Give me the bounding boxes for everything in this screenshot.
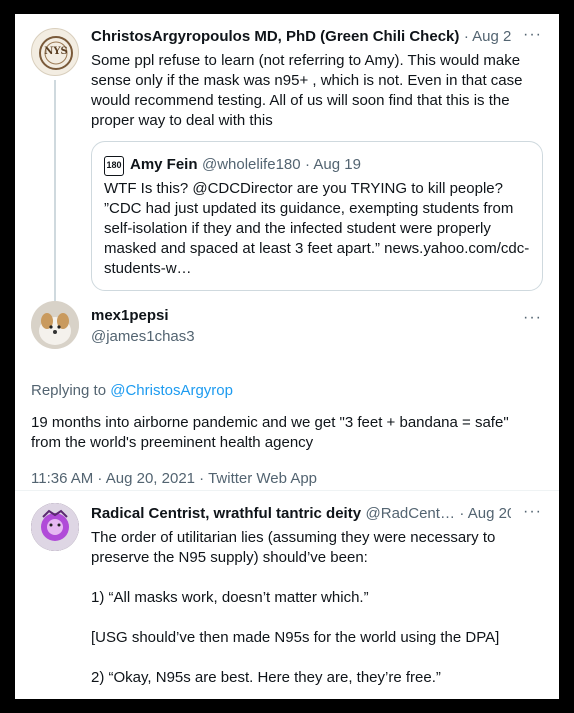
tweet-radcent[interactable]: Radical Centrist, wrathful tantric deity… <box>15 491 559 699</box>
more-options-icon[interactable]: ··· <box>523 26 542 44</box>
replying-handle-link[interactable]: @ChristosArgyrop <box>110 382 233 399</box>
quote-avatar: 180 <box>104 156 124 176</box>
author-handle[interactable]: @james1chas3 <box>91 328 195 345</box>
tweet-date[interactable]: · Aug 20 <box>464 28 511 45</box>
tweet-text: Some ppl refuse to learn (not referring … <box>91 52 523 129</box>
tweet-text: 19 months into airborne pandemic and we … <box>31 414 509 451</box>
tweet-text: The order of utilitarian lies (assuming … <box>91 528 539 688</box>
tweet-line: [USG should’ve then made N95s for the wo… <box>91 629 500 646</box>
more-options-icon[interactable]: ··· <box>523 309 542 327</box>
avatar-mex1pepsi[interactable] <box>31 301 79 349</box>
replying-to: Replying to @ChristosArgyrop <box>31 382 233 399</box>
tweet-thread: NYS ChristosArgyropoulos MD, PhD (Green … <box>15 14 559 699</box>
author-name[interactable]: Radical Centrist, wrathful tantric deity <box>91 505 361 522</box>
replying-prefix: Replying to <box>31 382 107 399</box>
author-name[interactable]: mex1pepsi <box>91 307 195 324</box>
quote-author-name[interactable]: Amy Fein <box>130 156 198 173</box>
quote-date[interactable]: · Aug 19 <box>305 156 361 173</box>
quote-avatar-text: 180 <box>106 160 122 170</box>
tweet-timestamp[interactable]: 11:36 AM · Aug 20, 2021 · Twitter Web Ap… <box>31 470 317 487</box>
avatar-christos[interactable]: NYS <box>31 28 79 76</box>
avatar-radcent[interactable] <box>31 503 79 551</box>
thread-line <box>54 80 56 305</box>
tweet-christos[interactable]: NYS ChristosArgyropoulos MD, PhD (Green … <box>15 14 559 305</box>
tweet-line: The order of utilitarian lies (assuming … <box>91 529 496 566</box>
dog-avatar-icon <box>31 301 79 349</box>
avatar-logo-text: NYS <box>44 46 68 57</box>
author-name[interactable]: ChristosArgyropoulos MD, PhD (Green Chil… <box>91 28 459 45</box>
tweet-line: 2) “Okay, N95s are best. Here they are, … <box>91 669 441 686</box>
quote-handle[interactable]: @wholelife180 <box>202 156 301 173</box>
quote-text: WTF Is this? @CDCDirector are you TRYING… <box>104 180 530 277</box>
tweet-date[interactable]: · Aug 20 <box>459 505 511 522</box>
deity-avatar-icon <box>31 503 79 551</box>
quoted-tweet[interactable]: 180 Amy Fein @wholelife180 · Aug 19 WTF … <box>91 141 543 291</box>
author-handle[interactable]: @RadCent… <box>366 505 455 522</box>
tweet-mex1pepsi: mex1pepsi @james1chas3 ··· Replying to @… <box>15 297 559 491</box>
tweet-line: 1) “All masks work, doesn’t matter which… <box>91 589 369 606</box>
more-options-icon[interactable]: ··· <box>523 503 542 521</box>
